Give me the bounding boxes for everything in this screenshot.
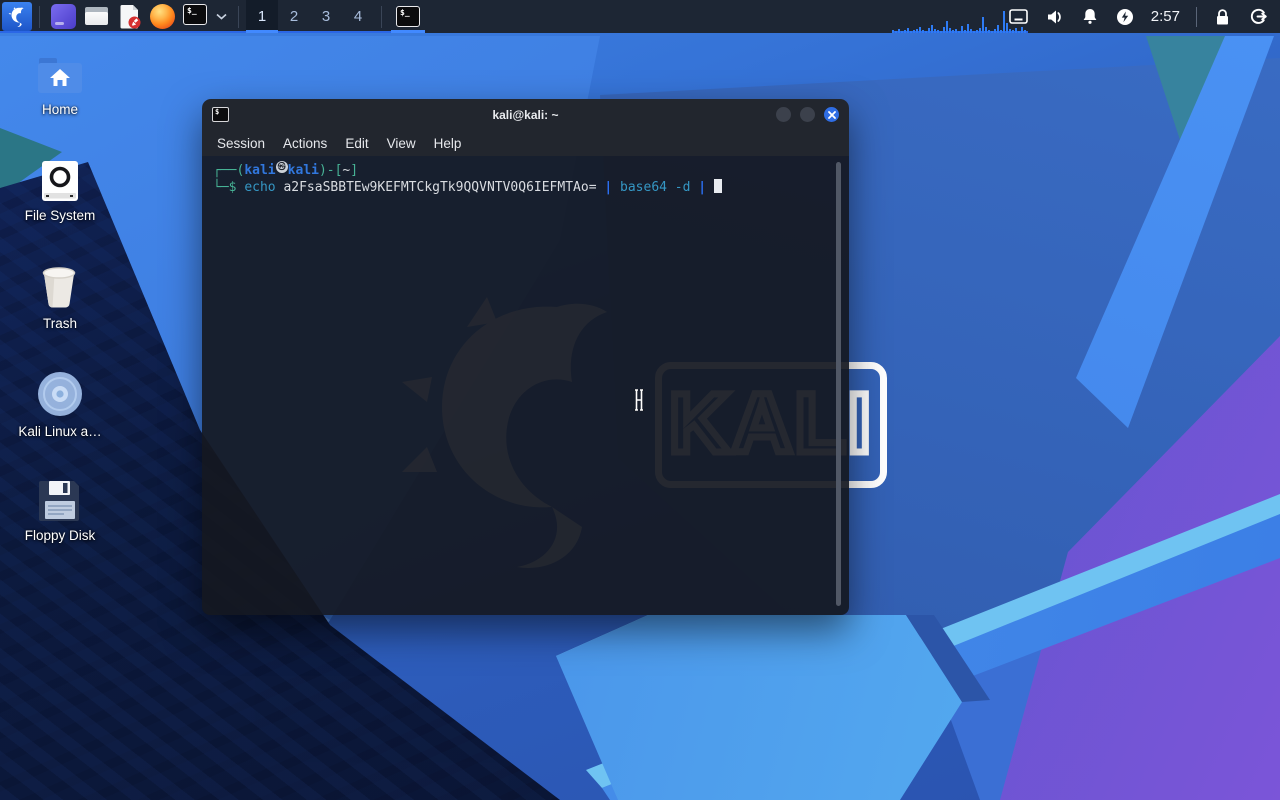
menu-help[interactable]: Help xyxy=(425,136,471,151)
launcher-text-editor[interactable] xyxy=(117,4,142,29)
trash-icon xyxy=(8,264,112,310)
user-host-separator: ㉿ xyxy=(275,161,288,173)
speaker-icon xyxy=(1047,10,1061,23)
terminal-output[interactable]: ┌──(kali ㉿ kali)-[~] └─$ echo a2FsaSBBTEw9… xyxy=(202,156,849,615)
desktop-icon-label: Floppy Disk xyxy=(24,528,96,543)
maximize-button[interactable] xyxy=(800,107,815,122)
launcher-terminal[interactable]: $_ xyxy=(183,4,208,29)
desktop-icon-trash[interactable]: Trash xyxy=(8,264,112,331)
panel-separator xyxy=(381,5,382,28)
kali-dragon-icon xyxy=(8,6,24,27)
menu-session[interactable]: Session xyxy=(208,136,274,151)
active-window-indicator xyxy=(391,30,425,33)
lock-screen-button[interactable] xyxy=(1214,8,1231,26)
minimize-button[interactable] xyxy=(776,107,791,122)
window-titlebar[interactable]: $ kali@kali: ~ xyxy=(202,99,849,130)
prompt-line-2: └─$ echo a2FsaSBBTEw9KEFMTCkgTk9QQVNTV0Q… xyxy=(213,179,849,196)
panel-separator xyxy=(39,5,40,28)
applications-menu-button[interactable] xyxy=(2,2,32,31)
workspace-2[interactable]: 2 xyxy=(278,0,310,33)
desktop: KALI Home File System xyxy=(0,0,1280,800)
cpu-graph[interactable] xyxy=(892,5,1028,33)
close-button[interactable] xyxy=(824,107,839,122)
document-icon xyxy=(120,5,141,29)
desktop-icon-label: Trash xyxy=(42,316,77,331)
home-folder-icon xyxy=(8,54,112,96)
power-badge-icon xyxy=(1116,8,1133,25)
terminal-scrollbar[interactable] xyxy=(836,162,841,606)
menu-view[interactable]: View xyxy=(378,136,425,151)
menu-actions[interactable]: Actions xyxy=(274,136,336,151)
top-panel: $_ 1 2 3 4 $_ 2:57 xyxy=(0,0,1280,33)
file-system-icon xyxy=(8,160,112,202)
prompt-line-1: ┌──(kali ㉿ kali)-[~] xyxy=(213,161,359,178)
text-cursor-pointer xyxy=(634,389,644,411)
terminal-icon: $_ xyxy=(396,6,420,27)
menu-edit[interactable]: Edit xyxy=(336,136,377,151)
active-workspace-indicator xyxy=(246,30,278,33)
workspace-1[interactable]: 1 xyxy=(246,0,278,33)
desktop-icon-floppy[interactable]: Floppy Disk xyxy=(8,478,112,543)
chevron-down-icon[interactable] xyxy=(216,13,227,20)
menu-bar: Session Actions Edit View Help xyxy=(202,130,849,156)
terminal-cursor xyxy=(714,179,723,193)
taskbar-item-terminal[interactable]: $_ xyxy=(389,0,427,33)
desktop-icon-label: Home xyxy=(41,102,78,117)
notifications-tray-icon[interactable] xyxy=(1082,8,1098,25)
logout-button[interactable] xyxy=(1249,7,1268,26)
lock-icon xyxy=(1217,8,1228,24)
launcher-file-manager[interactable] xyxy=(84,4,109,29)
panel-separator xyxy=(238,5,239,28)
tray-separator xyxy=(1196,6,1197,27)
desktop-icon-label: File System xyxy=(24,208,96,223)
launcher-firefox[interactable] xyxy=(150,4,175,29)
desktop-icon-filesystem[interactable]: File System xyxy=(8,160,112,223)
clock[interactable]: 2:57 xyxy=(1151,8,1180,25)
desktop-icon-label: Kali Linux a… xyxy=(18,424,102,439)
floppy-disk-icon xyxy=(8,478,112,522)
panel-accent-line xyxy=(0,31,402,33)
terminal-icon: $_ xyxy=(183,4,207,25)
window-title: kali@kali: ~ xyxy=(492,107,559,122)
desktop-icon-kali-cd[interactable]: Kali Linux a… xyxy=(8,370,112,439)
terminal-window: $ kali@kali: ~ Session Actions Edit View… xyxy=(202,99,849,615)
bell-icon xyxy=(1083,9,1097,24)
power-manager-tray-icon[interactable] xyxy=(1116,8,1134,26)
desktop-icon-home[interactable]: Home xyxy=(8,54,112,117)
logout-icon xyxy=(1250,8,1267,24)
workspace-4[interactable]: 4 xyxy=(342,0,374,33)
volume-tray-icon[interactable] xyxy=(1046,9,1064,25)
cd-disc-icon xyxy=(8,370,112,418)
workspace-3[interactable]: 3 xyxy=(310,0,342,33)
system-tray: 2:57 xyxy=(858,0,1280,33)
close-icon xyxy=(827,110,836,119)
launcher-appearance[interactable] xyxy=(51,4,76,29)
